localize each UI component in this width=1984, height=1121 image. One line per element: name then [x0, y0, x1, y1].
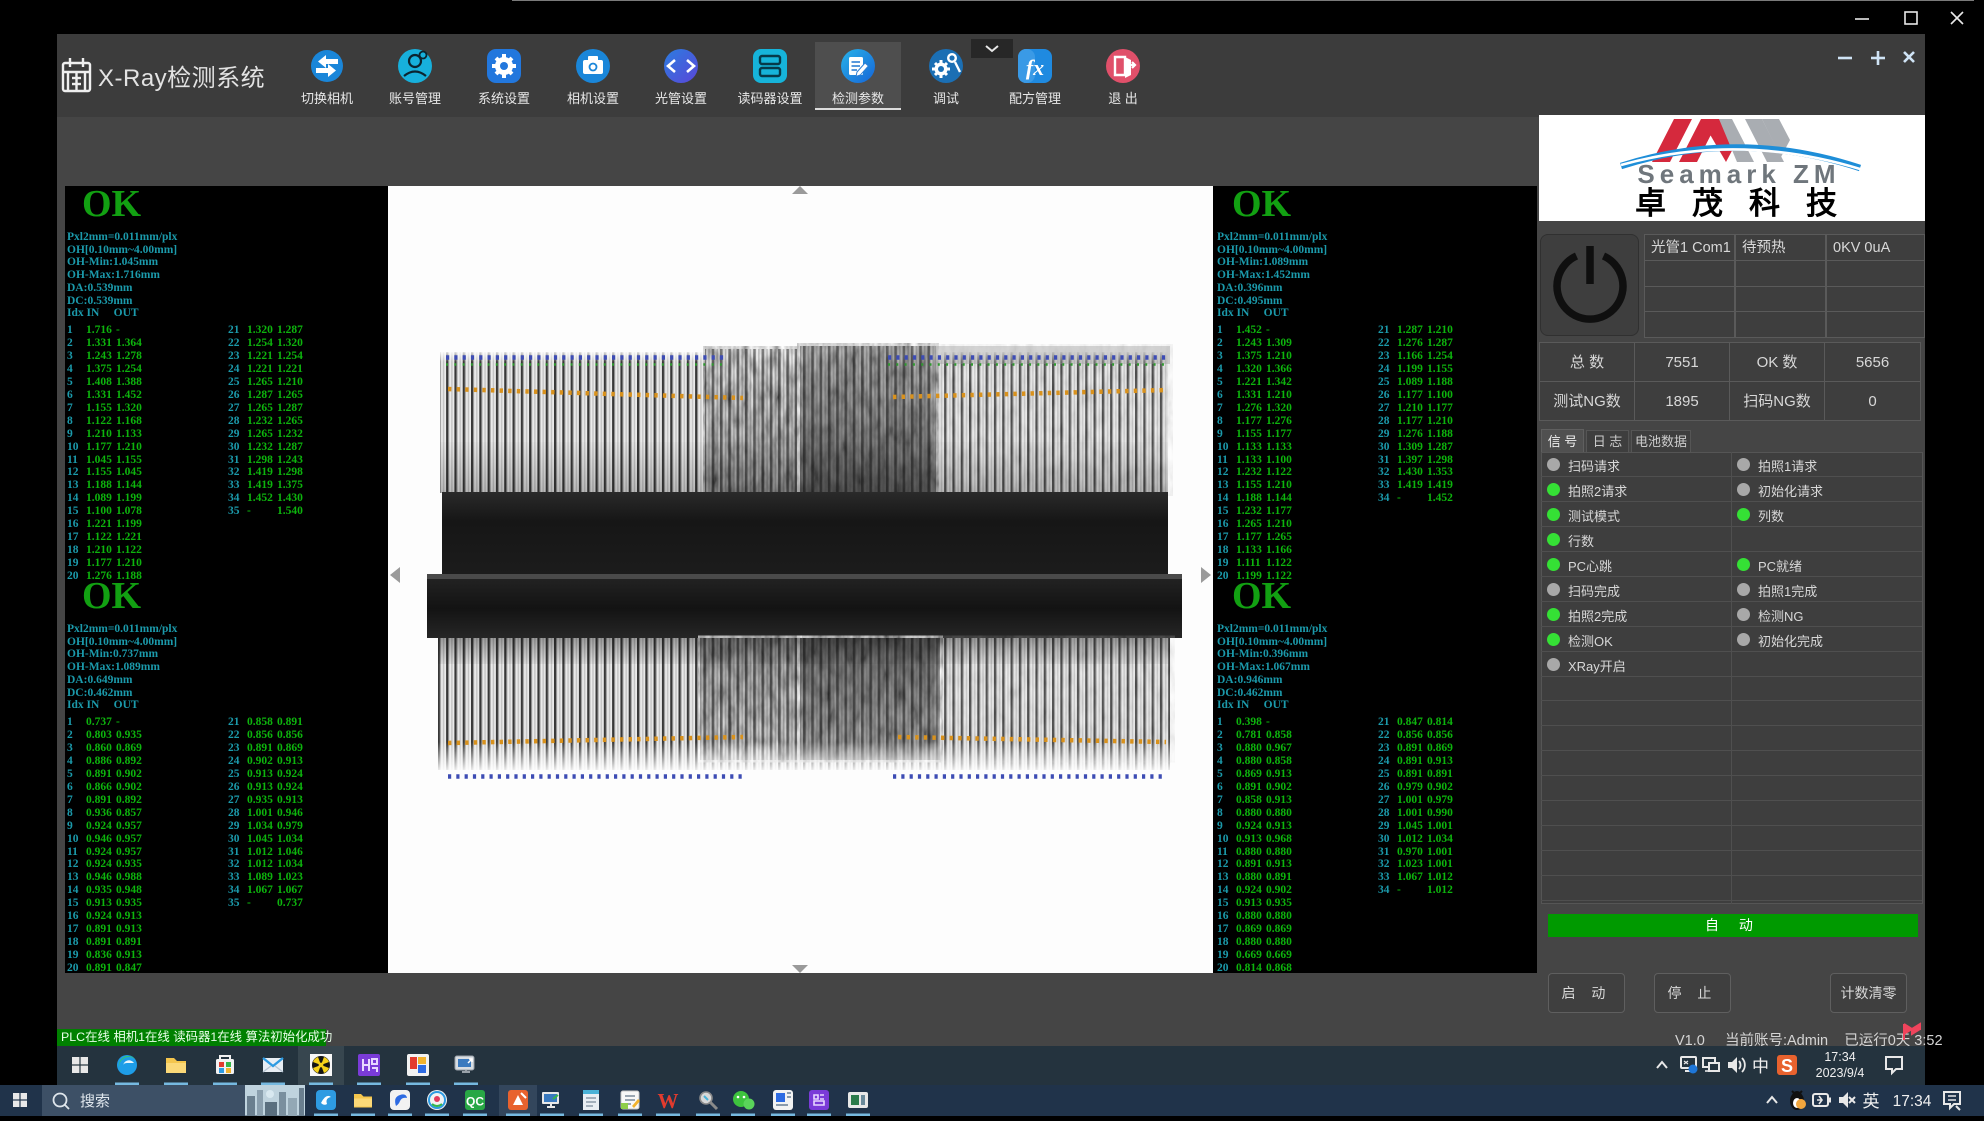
- svg-text:W: W: [658, 1089, 679, 1113]
- svg-text:S: S: [1781, 1056, 1793, 1076]
- svg-text:17:34: 17:34: [1824, 1050, 1855, 1064]
- svg-text:2023/9/4: 2023/9/4: [1816, 1066, 1865, 1080]
- svg-text:搜索: 搜索: [80, 1093, 110, 1110]
- svg-text:17:34: 17:34: [1893, 1093, 1932, 1110]
- svg-text:英: 英: [1863, 1092, 1880, 1111]
- svg-text:中: 中: [1752, 1057, 1769, 1076]
- svg-text:QC: QC: [466, 1095, 484, 1109]
